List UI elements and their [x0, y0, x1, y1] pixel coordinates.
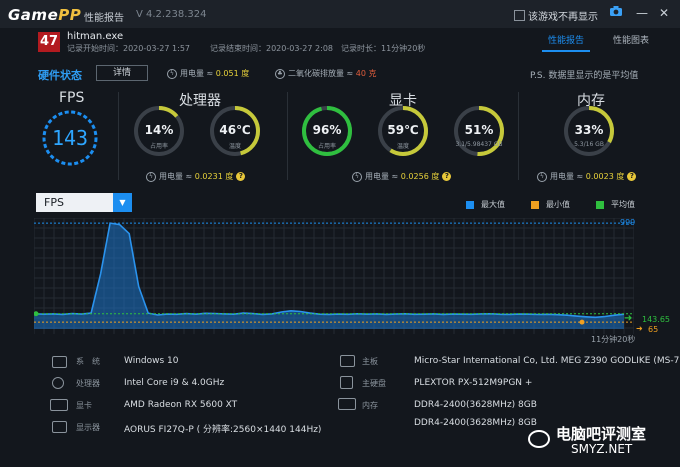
gpu-label: 显卡 — [76, 401, 92, 410]
power-icon: ϟ — [537, 171, 547, 182]
tab-performance-chart[interactable]: 性能图表 — [613, 33, 649, 46]
avg-arrow-icon: ➜ — [624, 313, 633, 324]
gpu-usage-value: 96% — [312, 123, 342, 137]
total-power: ϟ 用电量 ≈ 0.051 度 — [167, 68, 249, 79]
game-icon: 47 — [38, 32, 60, 52]
leaf-icon: ♣ — [275, 68, 285, 79]
gpu-temp-value: 59℃ — [387, 123, 419, 137]
ram-value-2: DDR4-2400(3628MHz) 8GB — [414, 418, 537, 428]
board-label: 主板 — [362, 357, 378, 366]
min-arrow-icon: ➜ — [636, 324, 643, 333]
power-icon: ϟ — [352, 171, 362, 182]
motherboard-icon — [340, 355, 355, 367]
detail-button[interactable]: 详情 — [96, 65, 148, 81]
dont-show-label[interactable]: 该游戏不再显示 — [528, 8, 598, 23]
ram-value-1: DDR4-2400(3628MHz) 8GB — [414, 400, 537, 410]
legend-max-label: 最大值 — [481, 200, 505, 209]
memory-usage-label: 5.3/16 GB — [574, 141, 604, 148]
legend-min-label: 最小值 — [546, 200, 570, 209]
gpu-temp-label: 温度 — [396, 143, 409, 150]
metric-select-value[interactable]: FPS — [44, 196, 64, 209]
graphics-card-icon — [50, 399, 68, 411]
watermark-text: 电脑吧评测室 — [556, 425, 647, 443]
min-marker — [579, 319, 585, 325]
disk-label: 主硬盘 — [362, 379, 386, 388]
avg-value-label: 143.65 — [642, 315, 670, 324]
gpu-vram-value: 51% — [464, 123, 494, 137]
legend-min-swatch — [531, 201, 539, 209]
app-version: V 4.2.238.324 — [136, 9, 207, 20]
tab-performance-report[interactable]: 性能报告 — [548, 33, 584, 46]
power-icon: ϟ — [167, 68, 177, 79]
gpu-vram-label: 3.1/5.98437 GB — [455, 141, 503, 148]
cpu-usage-value: 14% — [144, 123, 174, 137]
min-value-label: 65 — [648, 325, 659, 334]
help-icon[interactable]: ? — [236, 172, 246, 181]
cpu-temp-value: 46℃ — [219, 123, 251, 137]
legend-avg-label: 平均值 — [611, 200, 635, 209]
average-note: P.S. 数据里显示的是平均值 — [530, 71, 639, 81]
max-value-label: 999 — [620, 218, 636, 227]
monitor-icon — [52, 421, 67, 433]
wechat-icon — [528, 430, 550, 448]
fps-chart — [34, 218, 634, 334]
divider — [518, 92, 519, 180]
os-icon — [52, 356, 67, 368]
gpu-usage-label: 占用率 — [317, 143, 336, 150]
active-tab-indicator — [542, 50, 590, 52]
monitor-value: AORUS FI27Q-P ( 分辨率:2560×1440 144Hz) — [124, 425, 322, 435]
fps-value: 143 — [51, 126, 89, 150]
record-duration: 记录时长：11分钟20秒 — [341, 44, 426, 53]
board-value: Micro-Star International Co, Ltd. MEG Z3… — [414, 356, 680, 366]
gpu-value: AMD Radeon RX 5600 XT — [124, 400, 238, 410]
window-title: 性能报告 — [84, 13, 124, 24]
cpu-value: Intel Core i9 & 4.0GHz — [124, 378, 225, 388]
cpu-power: ϟ 用电量 ≈ 0.0231 度? — [146, 171, 246, 182]
disk-value: PLEXTOR PX-512M9PGN + — [414, 378, 533, 388]
cpu-label: 处理器 — [76, 379, 100, 388]
watermark-site: SMYZ.NET — [571, 442, 633, 456]
os-label: 系 统 — [76, 357, 100, 366]
os-value: Windows 10 — [124, 356, 179, 366]
memory-usage-value: 33% — [574, 123, 604, 137]
help-icon[interactable]: ? — [442, 172, 452, 181]
memory-power: ϟ 用电量 ≈ 0.0023 度? — [537, 171, 637, 182]
legend-avg-swatch — [596, 201, 604, 209]
cpu-icon — [52, 377, 64, 389]
app-logo: GamePP — [8, 6, 82, 24]
help-icon[interactable]: ? — [627, 172, 637, 181]
chevron-down-icon[interactable]: ▼ — [113, 193, 132, 212]
cpu-usage-label: 占用率 — [149, 143, 168, 150]
fps-title: FPS — [59, 90, 85, 106]
game-exe: hitman.exe — [67, 31, 124, 42]
monitor-label: 显示器 — [76, 423, 100, 432]
gpu-power: ϟ 用电量 ≈ 0.0256 度? — [352, 171, 452, 182]
divider — [287, 92, 288, 180]
minimize-icon[interactable]: — — [634, 5, 650, 21]
legend-max-swatch — [466, 201, 474, 209]
record-end: 记录结束时间：2020-03-27 2:08 — [210, 44, 333, 53]
close-icon[interactable]: ✕ — [656, 5, 672, 21]
hardware-status-title: 硬件状态 — [38, 69, 82, 82]
fps-area — [34, 223, 624, 329]
cpu-temp-label: 温度 — [228, 143, 241, 150]
duration-label: 11分钟20秒 — [591, 335, 636, 344]
ram-label: 内存 — [362, 401, 378, 410]
divider — [118, 92, 119, 180]
record-start: 记录开始时间：2020-03-27 1:57 — [67, 44, 190, 53]
disk-icon — [340, 376, 353, 389]
ram-icon — [338, 398, 356, 410]
power-icon: ϟ — [146, 171, 156, 182]
camera-icon[interactable] — [608, 5, 624, 21]
dont-show-checkbox[interactable] — [514, 10, 525, 21]
co2-emission: ♣ 二氧化碳排放量 ≈ 40 克 — [275, 68, 377, 79]
